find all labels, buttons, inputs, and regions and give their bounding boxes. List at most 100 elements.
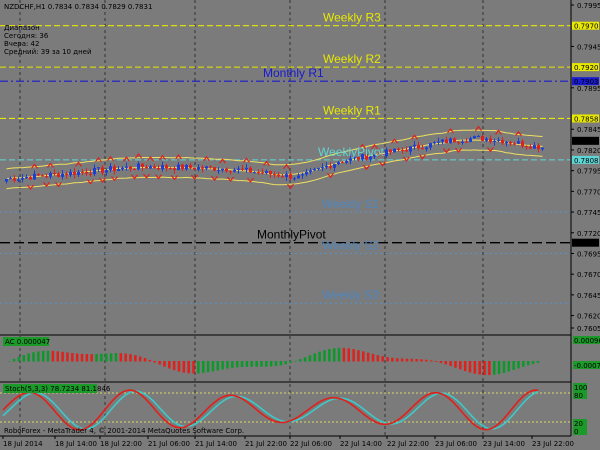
candle-body <box>57 173 60 177</box>
ac-bar <box>468 361 472 373</box>
candle-body <box>541 147 544 150</box>
ac-bar <box>274 361 278 366</box>
ac-bar <box>323 350 326 362</box>
candle-body <box>321 167 324 169</box>
candle-body <box>201 167 204 169</box>
candle-body <box>405 149 408 152</box>
candle-body <box>217 170 220 172</box>
chart-window[interactable]: Weekly R3 Weekly R2Monthly R1 Weekly R1 Wee… <box>0 0 600 450</box>
ac-bar <box>478 361 481 375</box>
ac-bar <box>56 351 59 362</box>
candle-body <box>149 166 152 169</box>
price-tick-label: 0.7670 <box>577 271 600 279</box>
info-line-2: Сегодня: 36 <box>4 32 49 40</box>
ac-bar <box>294 360 297 362</box>
candle-body <box>93 167 96 175</box>
ac-bar <box>129 354 132 362</box>
ac-scale-top: 0.000964 <box>574 337 600 345</box>
candle-body <box>101 167 104 173</box>
candle-body <box>281 176 284 178</box>
candle-body <box>441 139 444 142</box>
ac-bar <box>347 348 350 362</box>
ac-bar <box>124 353 127 362</box>
ac-bar <box>245 361 249 367</box>
candle-body <box>117 169 120 171</box>
ac-bar <box>362 351 365 362</box>
candle-body <box>41 175 44 177</box>
ac-bar <box>512 361 515 370</box>
ac-bar <box>75 353 79 362</box>
candle-body <box>17 179 20 181</box>
ac-bar <box>17 356 21 362</box>
candle-body <box>89 173 92 175</box>
ac-bar <box>483 361 486 376</box>
ac-bar <box>226 361 229 369</box>
ac-bar <box>459 361 462 370</box>
time-tick-label: 21 Jul 14:00 <box>195 440 237 448</box>
ac-bar <box>197 361 200 374</box>
ac-bar <box>158 361 161 365</box>
candle-body <box>513 143 516 145</box>
ac-bar <box>536 361 540 363</box>
candle-body <box>65 173 68 176</box>
price-tag: 0.7903 <box>574 78 599 86</box>
ac-bar <box>90 354 93 362</box>
candle-body <box>429 143 432 148</box>
ac-bar <box>260 361 263 367</box>
candle-body <box>185 165 188 170</box>
ac-bar <box>235 361 239 368</box>
candle-body <box>385 149 388 157</box>
candle-body <box>137 163 140 170</box>
ac-bar <box>46 350 50 362</box>
ac-bar <box>240 361 244 367</box>
time-tick-label: 18 Jul 14:00 <box>55 440 97 448</box>
candle-body <box>529 146 532 149</box>
ac-bar <box>51 350 55 362</box>
candle-body <box>45 176 48 178</box>
ac-bar <box>206 361 210 373</box>
time-tick-label: 22 Jul 06:00 <box>290 440 332 448</box>
candle-body <box>469 138 472 142</box>
candle-body <box>401 149 404 151</box>
ac-bar <box>192 361 195 374</box>
candle-body <box>257 172 260 174</box>
candle-body <box>161 165 164 170</box>
stoch-scale-80: 80 <box>574 392 583 400</box>
candle-body <box>345 160 348 163</box>
candle-body <box>165 165 168 169</box>
candle-body <box>285 174 288 178</box>
ac-bar <box>250 361 253 367</box>
candle-body <box>241 168 244 170</box>
candle-body <box>537 145 540 150</box>
candle-body <box>69 171 72 176</box>
ac-bar <box>163 361 166 367</box>
candle-body <box>305 171 308 175</box>
candle-body <box>221 168 224 171</box>
candle-body <box>277 174 280 177</box>
candle-body <box>193 167 196 170</box>
price-tick-label: 0.7845 <box>577 126 600 134</box>
ac-bar <box>279 361 283 366</box>
current-price-tag: 0.7831 <box>574 138 599 146</box>
ac-bar <box>143 358 147 362</box>
candle-body <box>61 173 64 177</box>
price-tick-label: 0.7620 <box>577 313 600 321</box>
candle-body <box>189 165 192 168</box>
info-line-4: Средний: 39 за 10 дней <box>4 48 92 56</box>
ac-bar <box>202 361 205 373</box>
time-tick-label: 23 Jul 06:00 <box>435 440 477 448</box>
ac-bar <box>342 347 346 362</box>
price-tag: 0.7858 <box>574 115 599 123</box>
price-tick-label: 0.7995 <box>577 2 600 10</box>
candle-body <box>105 170 108 173</box>
level-label-weekly-s1: Weekly S1 <box>322 197 379 211</box>
level-label-weekly-s2: Weekly S2 <box>322 238 379 252</box>
candle-body <box>233 169 236 172</box>
ac-bar <box>526 361 530 366</box>
ac-bar <box>61 351 64 362</box>
price-tick-label: 0.7945 <box>577 43 600 51</box>
candle-body <box>29 177 32 180</box>
candle-body <box>477 136 480 138</box>
level-label-monthlypivot: MonthlyPivot <box>257 228 326 242</box>
candle-body <box>425 147 428 150</box>
